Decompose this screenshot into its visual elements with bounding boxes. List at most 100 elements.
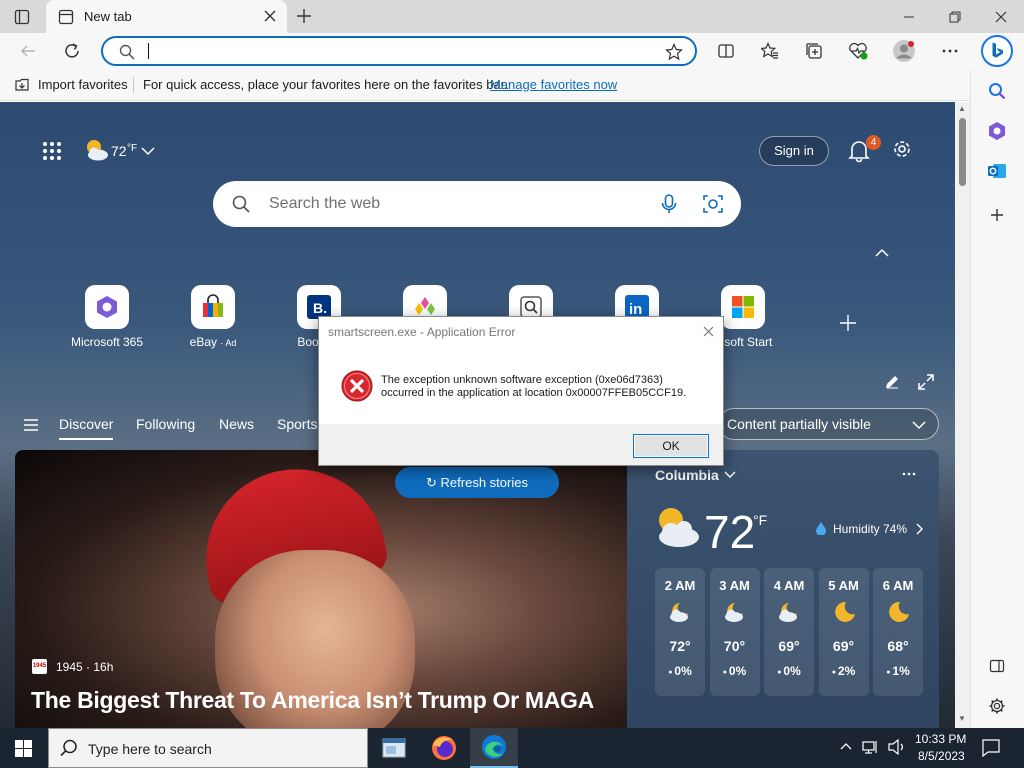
taskbar-app-firefox[interactable] bbox=[420, 728, 468, 768]
hide-sidebar-icon[interactable] bbox=[985, 654, 1009, 678]
favorite-star-icon[interactable] bbox=[665, 43, 683, 61]
hour-forecast-column[interactable]: 6 AM 68° ● 1% bbox=[873, 568, 923, 696]
apps-launcher-icon[interactable] bbox=[42, 141, 62, 161]
weather-unit: °F bbox=[127, 143, 138, 154]
favorites-icon[interactable] bbox=[758, 39, 782, 63]
hero-news-card[interactable]: ↻ Refresh stories 1945 1945 · 16h The Bi… bbox=[15, 450, 627, 728]
address-input[interactable] bbox=[148, 43, 149, 59]
add-quick-link-icon[interactable] bbox=[839, 314, 857, 332]
hour-precip: ● 1% bbox=[873, 664, 923, 678]
expand-icon[interactable] bbox=[918, 374, 934, 390]
import-favorites-button[interactable]: Import favorites bbox=[38, 77, 128, 92]
nav-following[interactable]: Following bbox=[136, 416, 195, 432]
publisher-logo-text: 1945 bbox=[32, 663, 47, 669]
page-scrollbar[interactable]: ▲ ▼ bbox=[955, 102, 970, 728]
hour-forecast-column[interactable]: 5 AM 69° ● 2% bbox=[818, 568, 869, 696]
humidity-drop-icon bbox=[815, 521, 827, 535]
tab-new-tab[interactable]: New tab bbox=[46, 0, 287, 33]
precip-value: 1% bbox=[892, 664, 910, 678]
refresh-icon[interactable] bbox=[60, 39, 84, 63]
close-tab-icon[interactable] bbox=[264, 10, 276, 22]
content-visibility-dropdown[interactable]: Content partially visible bbox=[718, 408, 939, 440]
weather-temp: 72 bbox=[111, 143, 127, 159]
more-options-icon[interactable] bbox=[902, 472, 916, 476]
tab-actions-icon[interactable] bbox=[14, 9, 30, 25]
page-settings-gear-icon[interactable] bbox=[891, 138, 913, 160]
search-icon bbox=[232, 195, 250, 213]
volume-icon[interactable] bbox=[888, 739, 906, 755]
scroll-up-arrow[interactable]: ▲ bbox=[958, 104, 966, 113]
address-bar[interactable] bbox=[101, 36, 697, 66]
taskbar-app-explorer[interactable] bbox=[370, 728, 418, 768]
search-icon bbox=[119, 44, 135, 60]
partly-cloudy-night-icon bbox=[722, 600, 748, 624]
hour-precip: ● 0% bbox=[655, 664, 705, 678]
restore-button[interactable] bbox=[932, 0, 978, 33]
clock-time[interactable]: 10:33 PM bbox=[915, 732, 966, 746]
dialog-title: smartscreen.exe - Application Error bbox=[328, 325, 516, 339]
sidebar-settings-icon[interactable] bbox=[985, 694, 1009, 718]
quick-link-label: eBay bbox=[189, 335, 217, 349]
weather-location[interactable]: Columbia bbox=[655, 467, 719, 483]
humidity-label[interactable]: Humidity 74% bbox=[833, 522, 907, 536]
hour-forecast-column[interactable]: 3 AM 70° ● 0% bbox=[709, 568, 760, 696]
clock-date[interactable]: 8/5/2023 bbox=[918, 749, 965, 763]
network-icon[interactable] bbox=[862, 739, 880, 755]
taskbar-search-box[interactable]: Type here to search bbox=[48, 728, 368, 768]
taskbar-app-edge[interactable] bbox=[470, 728, 518, 768]
nav-sports[interactable]: Sports bbox=[277, 416, 317, 432]
menu-hamburger-icon[interactable] bbox=[23, 419, 39, 431]
browser-essentials-icon[interactable] bbox=[846, 39, 870, 63]
sign-in-button[interactable]: Sign in bbox=[759, 136, 829, 166]
bing-copilot-icon[interactable] bbox=[981, 35, 1013, 67]
minimize-button[interactable] bbox=[886, 0, 932, 33]
edit-background-icon[interactable] bbox=[884, 374, 900, 390]
chevron-down-icon bbox=[724, 471, 736, 479]
notification-count-badge: 4 bbox=[866, 135, 881, 150]
quick-link-microsoft365[interactable]: Microsoft 365 bbox=[57, 285, 157, 349]
web-search-box[interactable]: Search the web bbox=[213, 181, 741, 227]
hour-temp: 69° bbox=[832, 638, 855, 654]
precip-value: 0% bbox=[674, 664, 692, 678]
hour-forecast-column[interactable]: 2 AM 72° ● 0% bbox=[655, 568, 705, 696]
scroll-thumb[interactable] bbox=[959, 118, 966, 186]
title-bar: New tab bbox=[0, 0, 1024, 33]
ok-button[interactable]: OK bbox=[633, 434, 709, 458]
show-hidden-icons-chevron-icon[interactable] bbox=[840, 742, 852, 750]
dialog-close-icon[interactable] bbox=[703, 326, 714, 337]
hour-temp: 68° bbox=[887, 638, 909, 654]
nav-discover[interactable]: Discover bbox=[59, 416, 114, 440]
dialog-title-bar: smartscreen.exe - Application Error bbox=[319, 317, 723, 347]
split-screen-icon[interactable] bbox=[714, 39, 738, 63]
profile-avatar[interactable] bbox=[892, 39, 916, 63]
quick-link-ebay[interactable]: eBay · Ad bbox=[163, 285, 263, 349]
notification-center-icon[interactable] bbox=[982, 739, 1000, 757]
nav-news[interactable]: News bbox=[219, 416, 254, 432]
sidebar-add-icon[interactable] bbox=[985, 203, 1009, 227]
visual-search-icon[interactable] bbox=[703, 194, 723, 214]
search-placeholder: Search the web bbox=[269, 195, 381, 212]
scroll-down-arrow[interactable]: ▼ bbox=[958, 714, 966, 723]
collections-icon[interactable] bbox=[802, 39, 826, 63]
sidebar-outlook-icon[interactable] bbox=[985, 159, 1009, 183]
windows-start-icon[interactable] bbox=[15, 740, 32, 757]
article-headline[interactable]: The Biggest Threat To America Isn’t Trum… bbox=[31, 687, 594, 714]
clear-night-icon bbox=[885, 600, 911, 624]
sidebar-search-icon[interactable] bbox=[985, 79, 1009, 103]
new-tab-page-icon bbox=[58, 9, 74, 25]
hour-forecast-column[interactable]: 4 AM 69° ● 0% bbox=[764, 568, 814, 696]
weather-card[interactable]: Columbia 72 °F Humidity 74% 2 AM 72° ● 0% 3… bbox=[627, 450, 939, 728]
manage-favorites-link[interactable]: Manage favorites now bbox=[490, 77, 617, 92]
weather-widget[interactable]: 72 °F bbox=[84, 137, 164, 163]
notifications-bell-icon[interactable]: 4 bbox=[847, 135, 881, 163]
browser-toolbar bbox=[0, 33, 1024, 69]
settings-more-icon[interactable] bbox=[938, 39, 962, 63]
close-window-button[interactable] bbox=[978, 0, 1024, 33]
new-tab-plus-icon[interactable] bbox=[296, 8, 312, 24]
refresh-stories-button[interactable]: ↻ Refresh stories bbox=[395, 467, 559, 498]
sidebar-microsoft365-icon[interactable] bbox=[985, 119, 1009, 143]
collapse-chevron-up-icon[interactable] bbox=[875, 248, 889, 258]
back-icon[interactable] bbox=[16, 39, 40, 63]
microphone-icon[interactable] bbox=[660, 194, 678, 214]
dialog-body: The exception unknown software exception… bbox=[319, 347, 723, 424]
